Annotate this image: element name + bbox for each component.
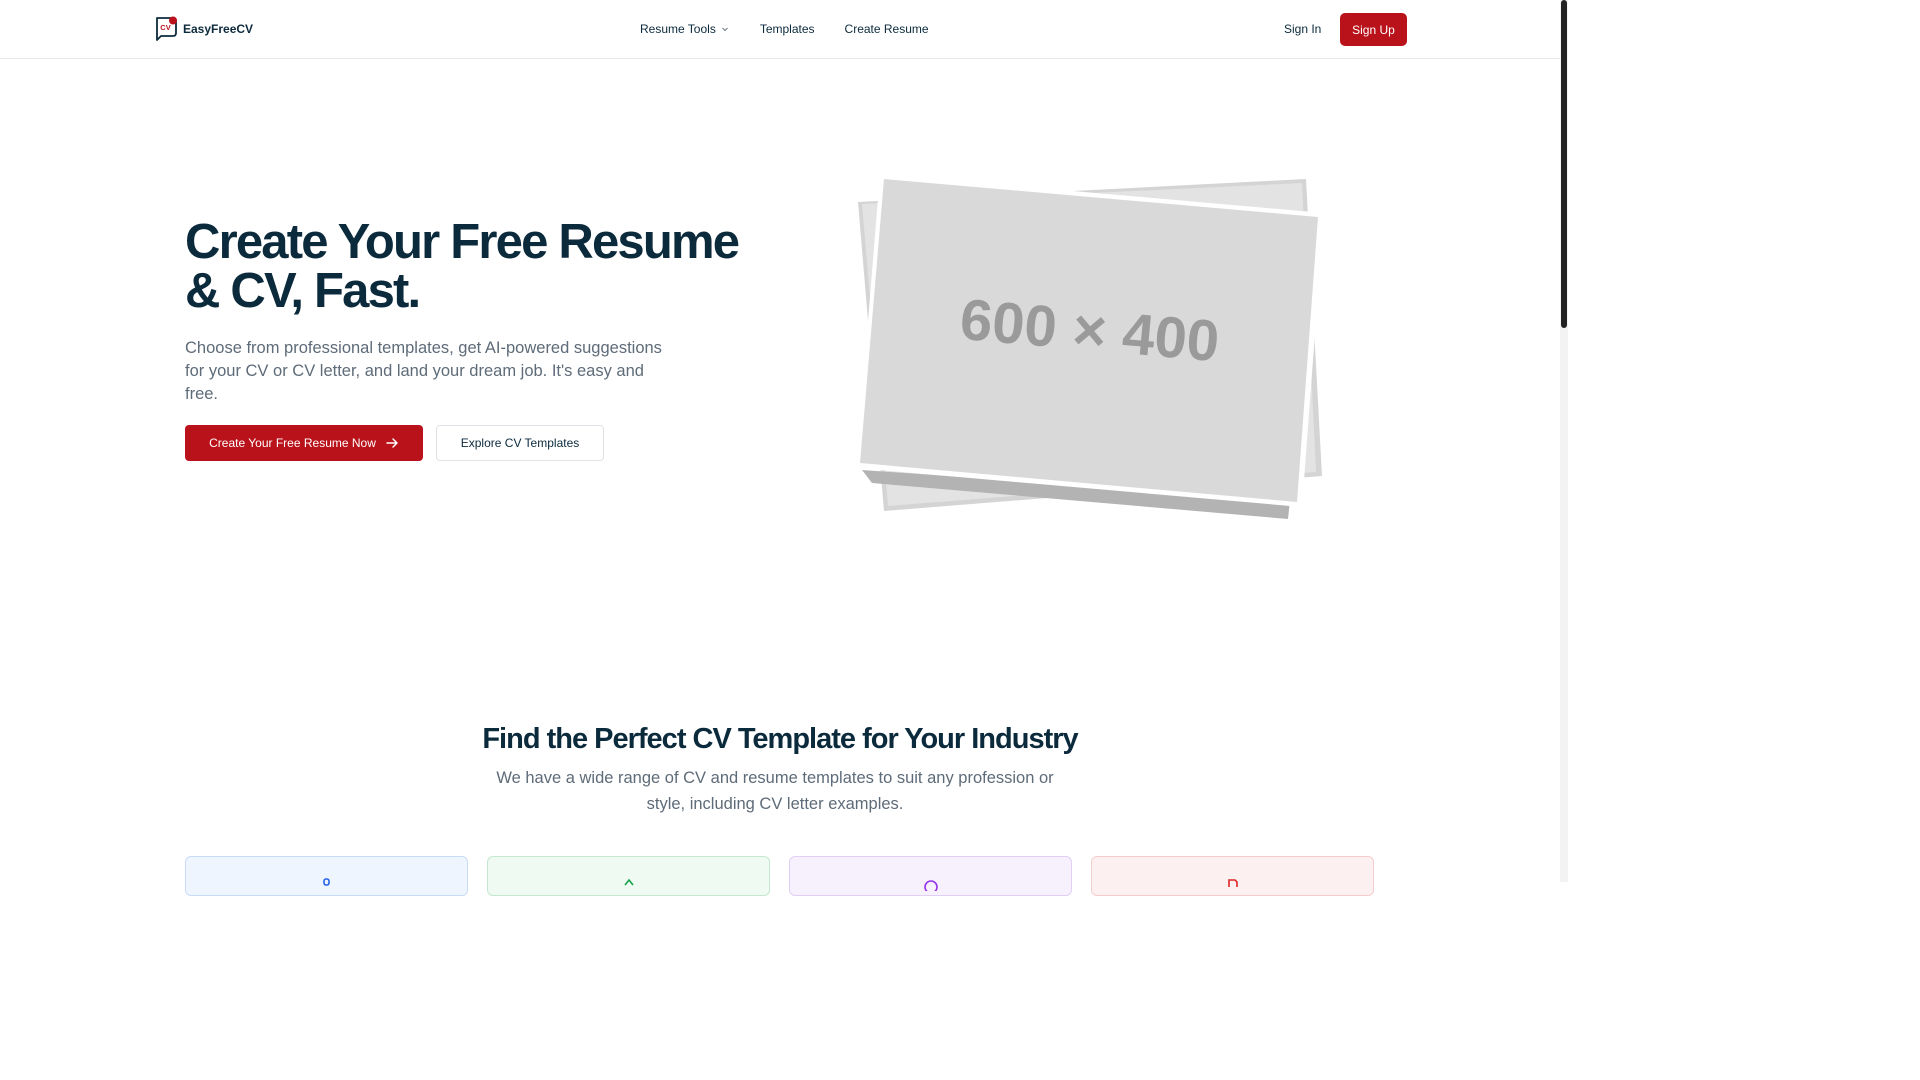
logo-text: EasyFreeCV [183, 22, 254, 36]
industry-card[interactable] [789, 856, 1072, 896]
create-resume-button[interactable]: Create Your Free Resume Now [185, 425, 423, 461]
industry-card[interactable] [1091, 856, 1374, 896]
svg-text:CV: CV [160, 23, 170, 32]
sign-up-button[interactable]: Sign Up [1340, 13, 1407, 46]
growth-icon [624, 878, 634, 886]
site-header: CV EasyFreeCV Resume Tools Templates Cre… [0, 0, 1560, 59]
industry-section-subtitle: We have a wide range of CV and resume te… [496, 769, 1054, 813]
document-icon [1228, 879, 1238, 887]
chevron-down-icon [721, 27, 728, 32]
hero-title-line-2: & CV, Fast. [185, 264, 421, 318]
hero-title-line-1: Create Your Free Resume [185, 215, 740, 269]
design-icon [924, 880, 938, 891]
sign-in-link[interactable]: Sign In [1284, 22, 1321, 36]
nav-templates-label: Templates [759, 22, 815, 36]
logo[interactable]: CV EasyFreeCV [154, 16, 253, 42]
user-icon [323, 878, 330, 886]
hero-image-placeholder: 600 × 400 [856, 174, 1324, 519]
nav-create-resume[interactable]: Create Resume [845, 22, 929, 36]
main-nav: Resume Tools Templates Create Resume [640, 22, 929, 36]
scrollbar-thumb[interactable] [1561, 0, 1567, 328]
nav-create-resume-label: Create Resume [844, 22, 929, 36]
nav-templates[interactable]: Templates [760, 22, 815, 36]
industry-section-title: Find the Perfect CV Template for Your In… [482, 723, 1078, 755]
industry-card[interactable] [185, 856, 468, 896]
create-resume-button-label: Create Your Free Resume Now [209, 436, 376, 450]
industry-card[interactable] [487, 856, 770, 896]
arrow-right-icon [386, 438, 398, 448]
nav-resume-tools-label: Resume Tools [640, 22, 716, 36]
nav-resume-tools[interactable]: Resume Tools [640, 22, 730, 36]
page-scrollbar[interactable] [1560, 0, 1568, 882]
hero-subtitle: Choose from professional templates, get … [185, 339, 662, 403]
hero-title: Create Your Free Resume & CV, Fast. [185, 218, 745, 316]
cv-logo-icon: CV [156, 16, 177, 41]
explore-templates-button[interactable]: Explore CV Templates [436, 425, 604, 461]
